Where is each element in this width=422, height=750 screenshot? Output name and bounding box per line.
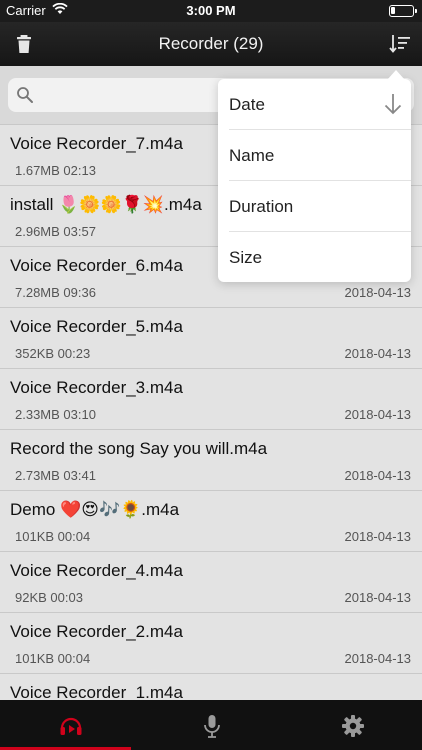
arrow-down-icon (383, 92, 403, 116)
recording-row[interactable]: Voice Recorder_1.m4a (0, 674, 422, 700)
sort-option-label: Name (229, 146, 275, 165)
recording-meta: 2.73MB 03:41 (15, 468, 96, 483)
sort-option-label: Date (229, 95, 265, 114)
sort-option-label: Duration (229, 197, 294, 216)
microphone-icon (204, 715, 220, 738)
recording-name: Voice Recorder_1.m4a (10, 683, 183, 700)
recording-meta: 1.67MB 02:13 (15, 163, 96, 178)
recording-name: Voice Recorder_4.m4a (10, 561, 183, 580)
recording-date: 2018-04-13 (344, 407, 412, 422)
recording-name: Voice Recorder_6.m4a (10, 256, 183, 275)
recording-row[interactable]: Voice Recorder_5.m4a 352KB 00:23 2018-04… (0, 308, 422, 369)
recording-row[interactable]: Voice Recorder_4.m4a 92KB 00:03 2018-04-… (0, 552, 422, 613)
recording-row[interactable]: Record the song Say you will.m4a 2.73MB … (0, 430, 422, 491)
recording-date: 2018-04-13 (344, 285, 412, 300)
recording-meta: 92KB 00:03 (15, 590, 83, 605)
nav-bar: Recorder (29) (0, 22, 422, 66)
battery-icon (389, 5, 417, 17)
status-bar: Carrier 3:00 PM (0, 0, 422, 22)
tab-bar (0, 700, 422, 750)
recording-name: install 🌷🌼🌼🌹💥.m4a (10, 195, 202, 214)
sort-option-name[interactable]: Name (218, 130, 411, 181)
recording-name: Voice Recorder_7.m4a (10, 134, 183, 153)
tab-recordings[interactable] (0, 700, 140, 750)
recording-date: 2018-04-13 (344, 651, 412, 666)
recording-meta: 2.33MB 03:10 (15, 407, 96, 422)
recording-row[interactable]: Voice Recorder_3.m4a 2.33MB 03:10 2018-0… (0, 369, 422, 430)
recording-name: Voice Recorder_5.m4a (10, 317, 183, 336)
recording-name: Voice Recorder_2.m4a (10, 622, 183, 641)
recording-name: Record the song Say you will.m4a (10, 439, 268, 458)
recording-meta: 2.96MB 03:57 (15, 224, 96, 239)
recording-meta: 7.28MB 09:36 (15, 285, 96, 300)
recording-row[interactable]: Voice Recorder_2.m4a 101KB 00:04 2018-04… (0, 613, 422, 674)
sort-option-size[interactable]: Size (218, 232, 411, 283)
gear-icon (342, 715, 364, 737)
page-title: Recorder (29) (158, 34, 264, 53)
recording-date: 2018-04-13 (344, 346, 412, 361)
recording-meta: 101KB 00:04 (15, 529, 91, 544)
recording-name: Voice Recorder_3.m4a (10, 378, 183, 397)
recording-meta: 101KB 00:04 (15, 651, 91, 666)
sort-option-duration[interactable]: Duration (218, 181, 411, 232)
search-icon (16, 86, 34, 104)
sort-option-date[interactable]: Date (218, 79, 411, 130)
tab-settings[interactable] (282, 700, 422, 750)
recording-date: 2018-04-13 (344, 529, 412, 544)
sort-icon[interactable] (388, 32, 412, 56)
recording-date: 2018-04-13 (344, 590, 412, 605)
recording-date: 2018-04-13 (344, 468, 412, 483)
recording-name: Demo ❤️😍🎶🌻.m4a (10, 500, 180, 519)
clock: 3:00 PM (186, 3, 236, 18)
sort-menu: Date Name Duration Size (218, 70, 411, 283)
recording-meta: 352KB 00:23 (15, 346, 91, 361)
sort-option-label: Size (229, 248, 263, 267)
tab-record[interactable] (141, 700, 281, 750)
recording-row[interactable]: Demo ❤️😍🎶🌻.m4a 101KB 00:04 2018-04-13 (0, 491, 422, 552)
recordings-play-icon (60, 717, 82, 735)
